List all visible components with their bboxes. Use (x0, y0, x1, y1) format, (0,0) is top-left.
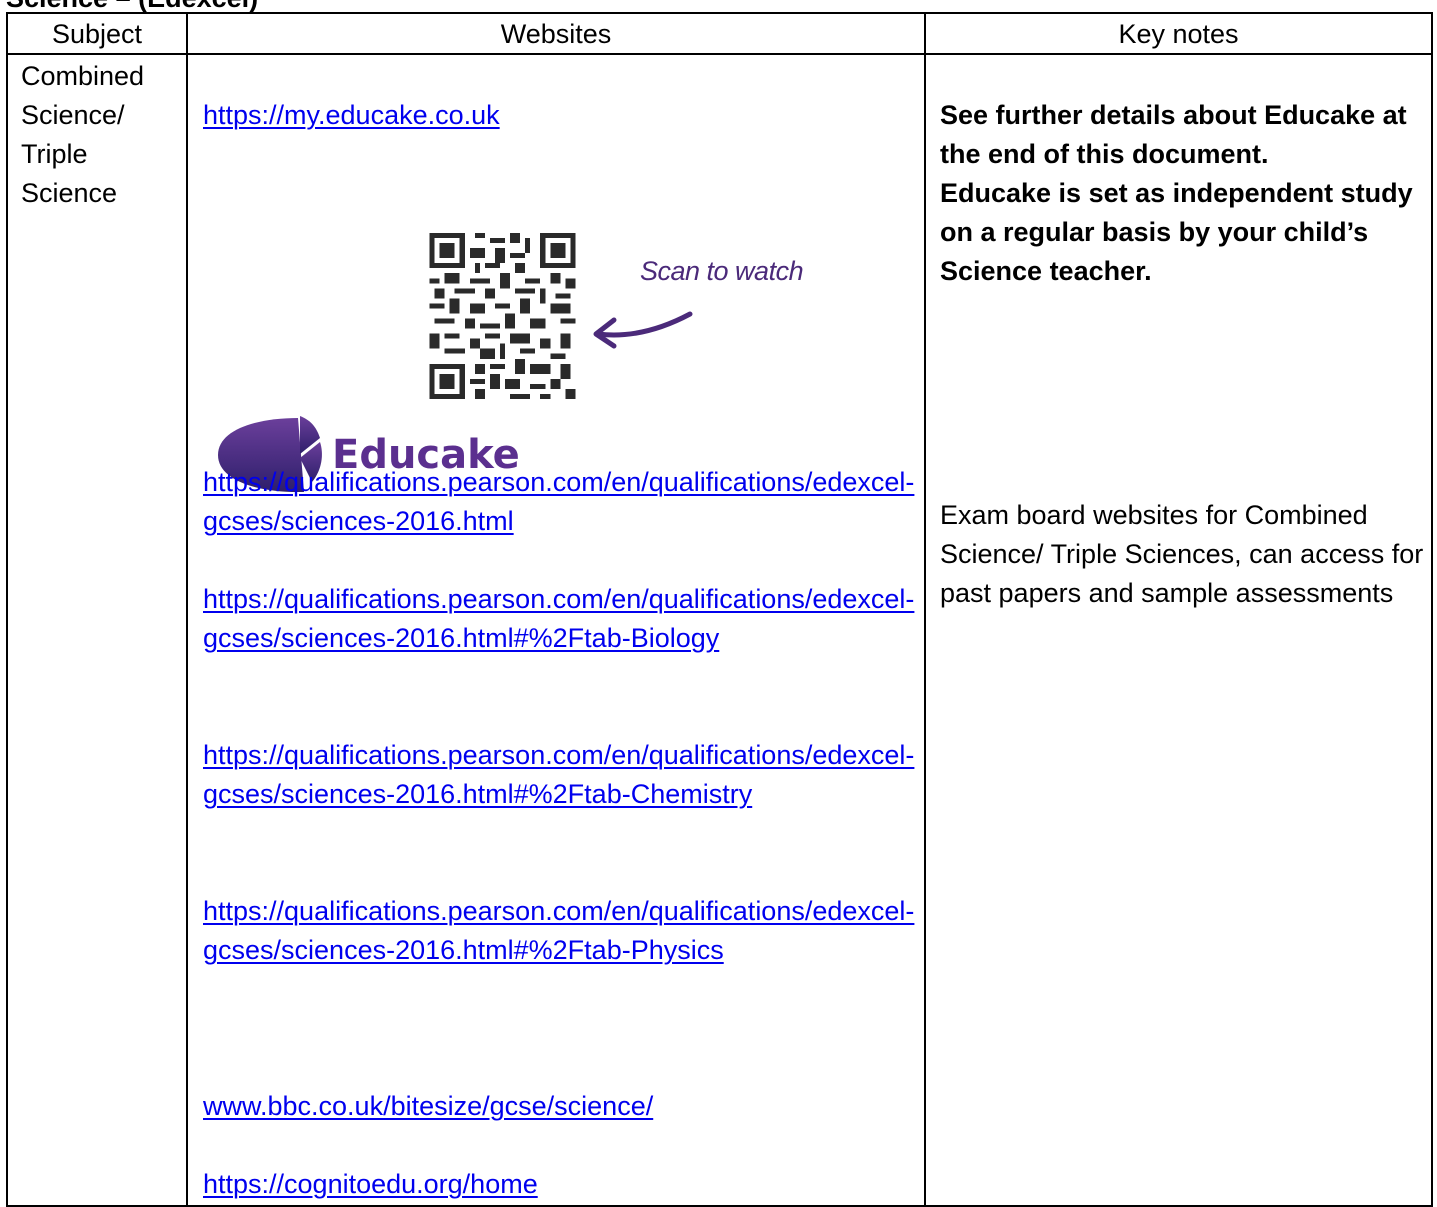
educake-link[interactable]: https://my.educake.co.uk (203, 100, 500, 130)
qr-caption: Scan to watch (640, 256, 804, 286)
websites-cell: https://my.educake.co.uk Scan to watch E… (186, 53, 926, 1207)
header-key-notes: Key notes (924, 12, 1433, 55)
educake-notes: See further details about Educake at the… (940, 96, 1435, 291)
header-subject: Subject (6, 12, 188, 55)
header-websites: Websites (186, 12, 926, 55)
cognito-link[interactable]: https://cognitoedu.org/home (203, 1169, 538, 1199)
table-header-row: Subject Websites Key notes (6, 12, 1433, 55)
resources-table: Subject Websites Key notes Combined Scie… (6, 12, 1433, 1207)
curved-arrow-icon (593, 311, 693, 349)
educake-note-1: See further details about Educake at the… (940, 100, 1407, 169)
pearson-physics-link[interactable]: https://qualifications.pearson.com/en/qu… (203, 896, 914, 965)
table-row: Combined Science/ Triple Science https:/… (6, 53, 1435, 1207)
exam-board-note: Exam board websites for Combined Science… (940, 500, 1424, 608)
subject-cell: Combined Science/ Triple Science (6, 53, 188, 1207)
subject-name: Combined Science/ Triple Science (21, 61, 145, 208)
pearson-chemistry-link[interactable]: https://qualifications.pearson.com/en/qu… (203, 740, 914, 809)
key-notes-cell: See further details about Educake at the… (924, 53, 1435, 1207)
educake-note-2: Educake is set as independent study on a… (940, 178, 1413, 286)
pearson-biology-link[interactable]: https://qualifications.pearson.com/en/qu… (203, 584, 914, 653)
qr-code-icon (429, 233, 576, 399)
pearson-main-link[interactable]: https://qualifications.pearson.com/en/qu… (203, 467, 914, 536)
bbc-bitesize-link[interactable]: www.bbc.co.uk/bitesize/gcse/science/ (203, 1091, 653, 1121)
